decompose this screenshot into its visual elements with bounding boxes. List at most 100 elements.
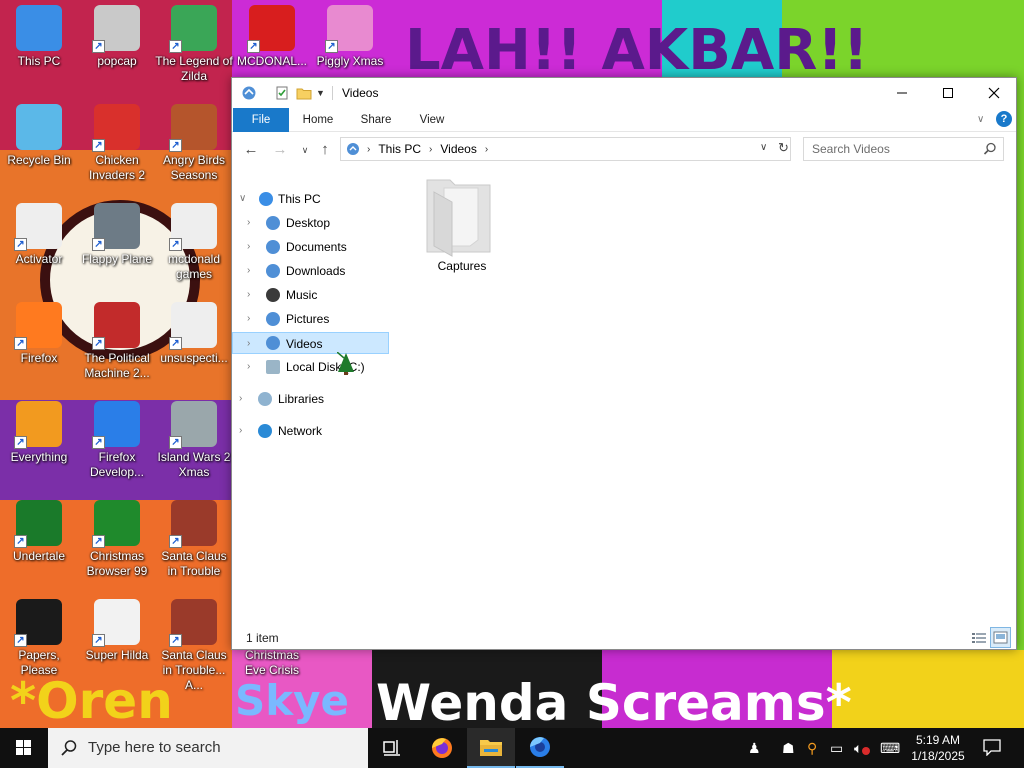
desktop-icon-popcap[interactable]: ↗ popcap xyxy=(78,5,156,69)
desktop-icon-super-hilda[interactable]: ↗ Super Hilda xyxy=(78,599,156,663)
desktop-icon-undertale[interactable]: ↗ Undertale xyxy=(0,500,78,564)
details-view-icon[interactable] xyxy=(971,631,987,648)
santa-icon: ↗ xyxy=(169,500,217,548)
help-icon[interactable]: ? xyxy=(996,111,1012,127)
start-button[interactable] xyxy=(0,728,48,768)
chevron-right-icon[interactable]: › xyxy=(239,388,242,410)
properties-icon[interactable] xyxy=(274,85,290,101)
search-input[interactable]: Search Videos xyxy=(803,137,1004,161)
nav-item-network[interactable]: › Network xyxy=(232,420,389,442)
desktop-icon-this-pc[interactable]: This PC xyxy=(0,5,78,69)
refresh-icon[interactable]: ↻ xyxy=(778,140,789,156)
chevron-right-icon[interactable]: › xyxy=(247,284,250,306)
pictures-icon xyxy=(266,312,280,326)
address-bar[interactable]: › This PC › Videos › ∨ ↻ xyxy=(340,137,791,161)
large-icons-view-icon[interactable] xyxy=(990,627,1011,648)
chevron-down-icon[interactable]: ∨ xyxy=(239,188,246,210)
breadcrumb-this-pc[interactable]: This PC xyxy=(378,142,421,156)
breadcrumb-videos[interactable]: Videos xyxy=(440,142,476,156)
desktop-icon-piggly[interactable]: ↗ Piggly Xmas xyxy=(311,5,389,69)
file-explorer-window[interactable]: ▼ Videos File Home Share View ∨ ? ← → ∨ … xyxy=(231,77,1017,650)
task-view-button[interactable] xyxy=(368,728,416,768)
taskbar-firefox-dev-button[interactable] xyxy=(516,728,564,768)
desktop-icon-label: Super Hilda xyxy=(85,648,149,662)
chevron-right-icon[interactable]: › xyxy=(247,260,250,282)
shortcut-arrow-icon: ↗ xyxy=(92,139,105,152)
address-dropdown-icon[interactable]: ∨ xyxy=(760,142,767,153)
desktop-icon-recycle-bin[interactable]: Recycle Bin xyxy=(0,104,78,168)
desktop-icon-political-machine[interactable]: ↗ The Political Machine 2... xyxy=(78,302,156,381)
network-tray-icon[interactable]: ▭ xyxy=(830,740,843,757)
nav-item-music[interactable]: › Music xyxy=(232,284,389,306)
people-icon[interactable]: ♟ xyxy=(748,740,761,757)
minimize-button[interactable] xyxy=(879,78,925,108)
chevron-right-icon[interactable]: › xyxy=(247,212,250,234)
recent-locations-button[interactable]: ∨ xyxy=(294,140,316,160)
desktop-icon-activator[interactable]: ↗ Activator xyxy=(0,203,78,267)
notifications-icon[interactable] xyxy=(983,738,1001,759)
nav-item-local-disk[interactable]: › Local Disk (C:) xyxy=(232,356,389,378)
chevron-down-icon[interactable]: ▼ xyxy=(316,85,332,101)
desktop-icon-angry-birds[interactable]: ↗ Angry Birds Seasons xyxy=(155,104,233,183)
new-folder-icon[interactable] xyxy=(296,85,312,101)
everything-tray-icon[interactable]: ⚲ xyxy=(807,740,817,757)
shortcut-arrow-icon: ↗ xyxy=(14,535,27,548)
shortcut-arrow-icon: ↗ xyxy=(169,634,182,647)
tab-home[interactable]: Home xyxy=(295,108,341,132)
network-icon xyxy=(258,424,272,438)
desktop-icon-santa-2[interactable]: ↗ Santa Claus in Trouble... A... xyxy=(155,599,233,693)
taskbar-firefox-button[interactable] xyxy=(418,728,466,768)
nav-item-videos[interactable]: › Videos xyxy=(232,332,389,354)
title-bar[interactable]: ▼ Videos xyxy=(232,78,1016,108)
chevron-right-icon[interactable]: › xyxy=(247,308,250,330)
desktop-icon-mcdonalds[interactable]: ↗ MCDONAL... xyxy=(233,5,311,69)
tab-share[interactable]: Share xyxy=(353,108,399,132)
tab-view[interactable]: View xyxy=(409,108,455,132)
desktop-icon-firefox[interactable]: ↗ Firefox xyxy=(0,302,78,366)
nav-item-desktop[interactable]: › Desktop xyxy=(232,212,389,234)
desktop-icon-chicken[interactable]: ↗ Chicken Invaders 2 xyxy=(78,104,156,183)
desktop-icon-label: Santa Claus in Trouble xyxy=(161,549,227,578)
wallpaper-banner: LAH!! AKBAR!! xyxy=(405,18,869,83)
desktop-icon-santa[interactable]: ↗ Santa Claus in Trouble xyxy=(155,500,233,579)
explorer-app-icon[interactable] xyxy=(241,85,257,101)
back-button[interactable]: ← xyxy=(240,140,262,160)
desktop-icon-papers-please[interactable]: ↗ Papers, Please xyxy=(0,599,78,678)
taskbar-file-explorer-button[interactable] xyxy=(467,728,515,768)
forward-button[interactable]: → xyxy=(269,140,291,160)
chevron-right-icon[interactable]: › xyxy=(247,236,250,258)
taskbar-clock[interactable]: 5:19 AM 1/18/2025 xyxy=(905,732,971,764)
close-button[interactable] xyxy=(971,78,1017,108)
desktop-icon-christmas-browser[interactable]: ↗ Christmas Browser 99 xyxy=(78,500,156,579)
volume-muted-icon[interactable]: 🔈︎ xyxy=(854,740,862,757)
desktop-icon-label: Chicken Invaders 2 xyxy=(88,153,146,182)
desktop-icon-mcdonald-games[interactable]: ↗ mcdonald games xyxy=(155,203,233,282)
keyboard-icon[interactable]: ⌨ xyxy=(880,740,900,757)
shortcut-arrow-icon: ↗ xyxy=(14,238,27,251)
file-item-captures[interactable]: Captures xyxy=(422,174,502,273)
chevron-right-icon[interactable]: › xyxy=(239,420,242,442)
up-button[interactable]: ↑ xyxy=(314,140,336,160)
taskbar-search-input[interactable]: Type here to search xyxy=(48,728,368,768)
desktop-icon-firefox-dev[interactable]: ↗ Firefox Develop... xyxy=(78,401,156,480)
nav-item-this-pc[interactable]: ∨ This PC xyxy=(232,188,389,210)
desktop-icon-zilda[interactable]: ↗ The Legend of Zilda xyxy=(155,5,233,84)
desktop-icon-island-wars[interactable]: ↗ Island Wars 2 Xmas xyxy=(155,401,233,480)
shortcut-arrow-icon: ↗ xyxy=(325,40,338,53)
desktop-icon-unsuspecting[interactable]: ↗ unsuspecti... xyxy=(155,302,233,366)
nav-item-documents[interactable]: › Documents xyxy=(232,236,389,258)
chevron-right-icon[interactable]: › xyxy=(247,333,250,355)
desktop-icon-flappy-plane[interactable]: ↗ Flappy Plane xyxy=(78,203,156,267)
user-network-icon[interactable]: ☗ xyxy=(782,740,795,757)
nav-item-libraries[interactable]: › Libraries xyxy=(232,388,389,410)
tab-file[interactable]: File xyxy=(233,108,289,132)
nav-item-pictures[interactable]: › Pictures xyxy=(232,308,389,330)
maximize-button[interactable] xyxy=(925,78,971,108)
desktop-icon-everything[interactable]: ↗ Everything xyxy=(0,401,78,465)
desktop-icon-label: Firefox Develop... xyxy=(89,450,145,479)
ribbon-expand-icon[interactable]: ∨ xyxy=(977,114,984,125)
chevron-right-icon[interactable]: › xyxy=(247,356,250,378)
shortcut-arrow-icon: ↗ xyxy=(14,436,27,449)
nav-item-downloads[interactable]: › Downloads xyxy=(232,260,389,282)
desktop-icon-label: Activator xyxy=(15,252,63,266)
